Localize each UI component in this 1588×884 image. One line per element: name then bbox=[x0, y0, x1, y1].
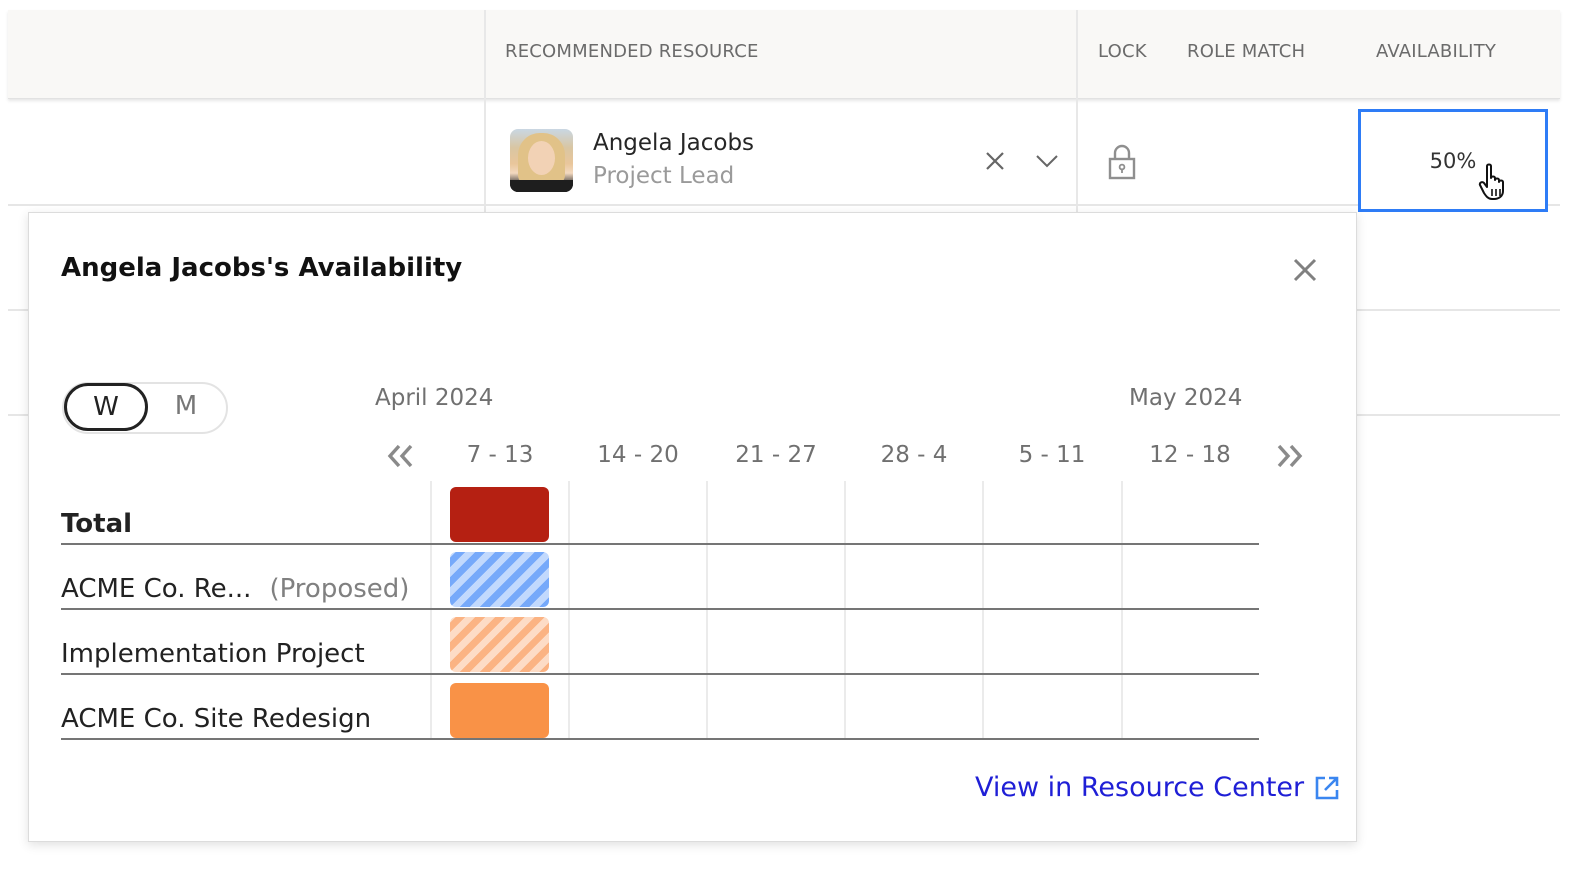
resource-role: Project Lead bbox=[593, 163, 735, 189]
padlock-icon bbox=[1108, 144, 1136, 180]
grid-line bbox=[568, 481, 570, 739]
row-divider bbox=[61, 673, 1259, 675]
column-header-lock[interactable]: LOCK bbox=[1098, 41, 1147, 62]
availability-popover: Angela Jacobs's Availability W M April 2… bbox=[28, 212, 1357, 842]
row-divider bbox=[8, 414, 28, 416]
column-header-recommended-resource[interactable]: RECOMMENDED RESOURCE bbox=[505, 41, 759, 62]
allocation-bar-total[interactable] bbox=[450, 487, 549, 542]
project-name: Implementation Project bbox=[61, 639, 365, 669]
close-popover-button[interactable] bbox=[1291, 256, 1319, 284]
row-divider bbox=[61, 608, 1259, 610]
chevron-down-icon bbox=[1036, 155, 1058, 168]
grid-line bbox=[706, 481, 708, 739]
hand-cursor-icon bbox=[1478, 163, 1504, 200]
row-label-total: Total bbox=[61, 509, 133, 539]
resource-dropdown-button[interactable] bbox=[1033, 148, 1061, 174]
row-divider bbox=[8, 309, 28, 311]
external-link-icon bbox=[1315, 776, 1339, 799]
toggle-month[interactable]: M bbox=[156, 384, 216, 428]
grid-line bbox=[982, 481, 984, 739]
clear-resource-button[interactable] bbox=[982, 148, 1008, 174]
week-month-toggle: W M bbox=[62, 382, 228, 434]
row-label-project[interactable]: ACME Co. Site Redesign bbox=[61, 704, 371, 734]
close-icon bbox=[1293, 258, 1317, 282]
project-name: ACME Co. Re... bbox=[61, 574, 252, 604]
double-chevron-right-icon bbox=[1277, 444, 1303, 468]
month-label: May 2024 bbox=[1129, 385, 1243, 411]
week-column-header: 28 - 4 bbox=[880, 442, 948, 468]
next-weeks-button[interactable] bbox=[1275, 443, 1305, 473]
row-divider bbox=[61, 738, 1259, 740]
month-label: April 2024 bbox=[375, 385, 494, 411]
availability-cell[interactable]: 50% bbox=[1358, 109, 1548, 212]
grid-line bbox=[1121, 481, 1123, 739]
week-column-header: 12 - 18 bbox=[1149, 442, 1231, 468]
table-header: RECOMMENDED RESOURCE LOCK ROLE MATCH AVA… bbox=[8, 10, 1560, 99]
column-divider bbox=[484, 10, 486, 98]
project-name: ACME Co. Site Redesign bbox=[61, 704, 372, 734]
double-chevron-left-icon bbox=[387, 444, 413, 468]
allocation-bar-tentative[interactable] bbox=[450, 617, 549, 672]
previous-weeks-button[interactable] bbox=[385, 443, 415, 473]
column-divider bbox=[484, 98, 486, 212]
proposed-tag: (Proposed) bbox=[269, 574, 410, 604]
popover-title: Angela Jacobs's Availability bbox=[61, 253, 463, 283]
lock-toggle[interactable] bbox=[1104, 142, 1140, 182]
view-in-resource-center-link[interactable]: View in Resource Center bbox=[975, 772, 1340, 803]
row-label-project[interactable]: Implementation Project bbox=[61, 639, 365, 669]
grid-line bbox=[430, 481, 432, 739]
grid-line bbox=[844, 481, 846, 739]
avatar bbox=[510, 129, 573, 192]
toggle-week[interactable]: W bbox=[64, 383, 148, 431]
row-divider bbox=[1356, 414, 1560, 416]
link-label: View in Resource Center bbox=[975, 772, 1305, 803]
resource-name: Angela Jacobs bbox=[593, 130, 755, 156]
allocation-bar-proposed[interactable] bbox=[450, 552, 549, 607]
week-column-header: 5 - 11 bbox=[1018, 442, 1086, 468]
allocation-bar-confirmed[interactable] bbox=[450, 683, 549, 738]
week-column-header: 21 - 27 bbox=[735, 442, 817, 468]
availability-value: 50% bbox=[1429, 148, 1477, 173]
row-divider bbox=[61, 543, 1259, 545]
column-header-availability[interactable]: AVAILABILITY bbox=[1376, 41, 1496, 62]
row-divider bbox=[1356, 309, 1560, 311]
row-divider bbox=[8, 204, 1560, 206]
week-column-header: 14 - 20 bbox=[597, 442, 679, 468]
close-icon bbox=[986, 152, 1004, 170]
row-label-project[interactable]: ACME Co. Re... (Proposed) bbox=[61, 574, 409, 604]
column-header-role-match[interactable]: ROLE MATCH bbox=[1187, 41, 1305, 62]
week-column-header: 7 - 13 bbox=[466, 442, 534, 468]
column-divider bbox=[1076, 10, 1078, 98]
column-divider bbox=[1076, 98, 1078, 212]
